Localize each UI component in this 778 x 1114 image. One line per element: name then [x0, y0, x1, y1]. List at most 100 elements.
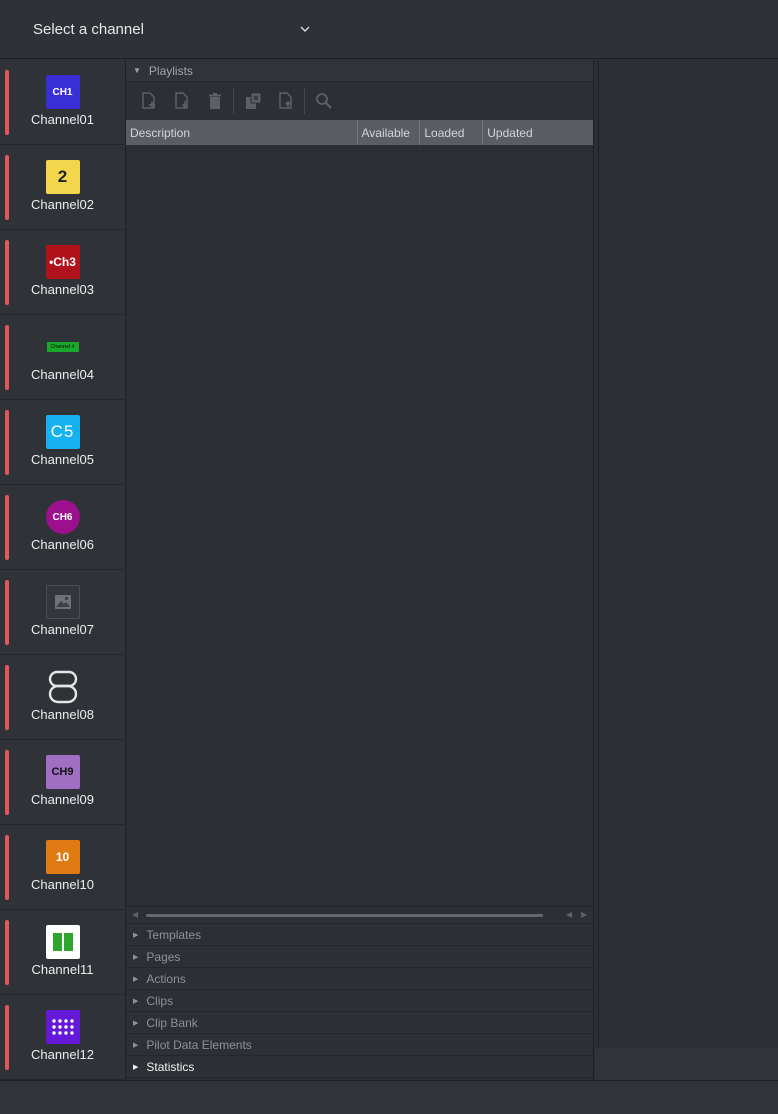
delete-playlist-button[interactable] — [198, 87, 231, 115]
chevron-down-icon — [300, 26, 310, 32]
section-statistics[interactable]: ▶ Statistics — [126, 1056, 593, 1078]
sidebar-item-channel01[interactable]: CH1 Channel01 — [0, 60, 125, 145]
column-header-description[interactable]: Description — [126, 120, 358, 145]
export-playlist-button[interactable] — [269, 87, 302, 115]
playlists-table-header: Description Available Loaded Updated — [126, 120, 593, 145]
toolbar-separator — [304, 88, 305, 114]
preview-footer — [595, 1048, 778, 1080]
channel-label: Channel08 — [31, 707, 94, 722]
channel03-logo-icon: •Ch3 — [45, 245, 80, 279]
channel-label: Channel05 — [31, 452, 94, 467]
channel-label: Channel07 — [31, 622, 94, 637]
toolbar-separator — [233, 88, 234, 114]
section-label: Pilot Data Elements — [146, 1037, 252, 1052]
channel-select-label: Select a channel — [33, 20, 144, 38]
section-label: Templates — [146, 927, 202, 942]
scroll-left-arrow-icon[interactable]: ◀ — [132, 910, 138, 919]
channel12-logo-icon — [45, 1010, 80, 1044]
channel-label: Channel02 — [31, 197, 94, 212]
section-templates[interactable]: ▶ Templates — [126, 924, 593, 946]
column-header-updated[interactable]: Updated — [483, 120, 593, 145]
sidebar-item-channel09[interactable]: CH9 Channel09 — [0, 740, 125, 825]
sidebar-item-channel08[interactable]: 8 Channel08 — [0, 655, 125, 740]
sidebar-item-channel02[interactable]: 2 Channel02 — [0, 145, 125, 230]
copy-playlist-icon — [245, 92, 261, 109]
channel02-logo-text: 2 — [57, 167, 68, 186]
channel-label: Channel01 — [31, 112, 94, 127]
channel11-logo-icon — [45, 925, 80, 959]
section-pages[interactable]: ▶ Pages — [126, 946, 593, 968]
channel-status-indicator — [5, 1005, 9, 1070]
collapsed-triangle-icon: ▶ — [133, 975, 139, 983]
channel05-logo-text: C5 — [50, 422, 75, 441]
channel-label: Channel10 — [31, 877, 94, 892]
sidebar-item-channel11[interactable]: Channel11 — [0, 910, 125, 995]
section-label: Pages — [146, 949, 181, 964]
playlists-section-header[interactable]: ▼ Playlists — [126, 60, 593, 82]
sidebar-item-channel06[interactable]: CH6 Channel06 — [0, 485, 125, 570]
sidebar-item-channel10[interactable]: 10 Channel10 — [0, 825, 125, 910]
scrollbar-thumb[interactable] — [146, 914, 543, 917]
import-playlist-button[interactable] — [165, 87, 198, 115]
channel01-logo-icon: CH1 — [45, 75, 80, 109]
channel05-logo-icon: C5 — [45, 415, 80, 449]
sidebar-item-channel03[interactable]: •Ch3 Channel03 — [0, 230, 125, 315]
channel06-logo-text: CH6 — [52, 511, 73, 523]
channel-status-indicator — [5, 835, 9, 900]
status-bar — [0, 1080, 778, 1114]
section-label: Actions — [146, 971, 186, 986]
channel09-logo-icon: CH9 — [45, 755, 80, 789]
new-playlist-button[interactable] — [132, 87, 165, 115]
section-label: Statistics — [146, 1059, 195, 1074]
collapsed-triangle-icon: ▶ — [133, 997, 139, 1005]
channel03-logo-text: •Ch3 — [49, 255, 76, 269]
playlists-toolbar — [126, 82, 593, 120]
channel-label: Channel04 — [31, 367, 94, 382]
sidebar-item-channel05[interactable]: C5 Channel05 — [0, 400, 125, 485]
search-playlist-button[interactable] — [307, 87, 340, 115]
channel-label: Channel11 — [31, 962, 94, 977]
collapsed-triangle-icon: ▶ — [133, 1041, 139, 1049]
channel-label: Channel09 — [31, 792, 94, 807]
delete-playlist-icon — [208, 93, 221, 109]
column-header-available[interactable]: Available — [358, 120, 421, 145]
channel-status-indicator — [5, 155, 9, 220]
channel08-logo-icon: 8 — [46, 670, 80, 704]
section-actions[interactable]: ▶ Actions — [126, 968, 593, 990]
playlists-section-title: Playlists — [148, 63, 193, 78]
section-label: Clips — [146, 993, 174, 1008]
channel-status-indicator — [5, 665, 9, 730]
channel-sidebar: CH1 Channel01 2 Channel02 •Ch3 Channel03… — [0, 60, 125, 1080]
channel-label: Channel06 — [31, 537, 94, 552]
channel-label: Channel03 — [31, 282, 94, 297]
channel-status-indicator — [5, 750, 9, 815]
channel-status-indicator — [5, 580, 9, 645]
section-clips[interactable]: ▶ Clips — [126, 990, 593, 1012]
channel02-logo-icon: 2 — [45, 160, 80, 194]
horizontal-scrollbar[interactable]: ◀ ◀ ▶ — [126, 906, 593, 924]
channel-status-indicator — [5, 70, 9, 135]
scroll-left-end-arrow-icon[interactable]: ◀ — [566, 910, 572, 919]
channel-status-indicator — [5, 920, 9, 985]
section-clip-bank[interactable]: ▶ Clip Bank — [126, 1012, 593, 1034]
top-bar: Select a channel — [0, 0, 778, 59]
channel06-logo-icon: CH6 — [45, 500, 80, 534]
channel-status-indicator — [5, 240, 9, 305]
sidebar-item-channel04[interactable]: Channel 4 Channel04 — [0, 315, 125, 400]
channel01-logo-text: CH1 — [52, 86, 73, 98]
preview-area — [598, 60, 778, 1048]
channel-select-dropdown[interactable]: Select a channel — [20, 12, 320, 46]
column-header-loaded[interactable]: Loaded — [420, 120, 484, 145]
section-label: Clip Bank — [146, 1015, 198, 1030]
channel04-logo-text: Channel 4 — [50, 344, 75, 350]
playlists-table-body — [126, 145, 593, 906]
expanded-triangle-icon: ▼ — [133, 66, 141, 75]
scroll-right-arrow-icon[interactable]: ▶ — [581, 910, 587, 919]
sidebar-item-channel07[interactable]: Channel07 — [0, 570, 125, 655]
search-icon — [315, 93, 332, 109]
channel10-logo-icon: 10 — [45, 840, 80, 874]
section-pilot-data-elements[interactable]: ▶ Pilot Data Elements — [126, 1034, 593, 1056]
sidebar-item-channel12[interactable]: Channel12 — [0, 995, 125, 1080]
copy-playlist-button[interactable] — [236, 87, 269, 115]
export-playlist-icon — [278, 92, 292, 109]
